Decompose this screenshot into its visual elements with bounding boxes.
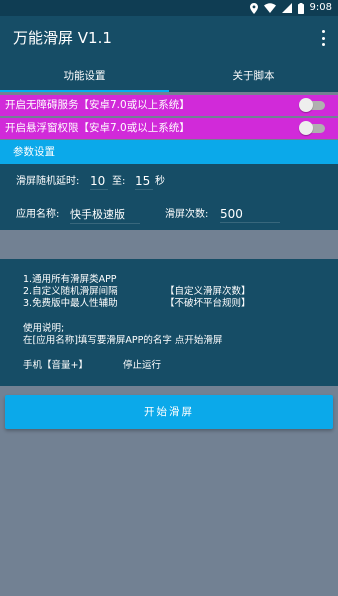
status-icons: 9:08 xyxy=(249,1,332,15)
stop-hint-action: 停止运行 xyxy=(123,360,162,371)
spacer-band xyxy=(0,230,338,259)
delay-unit-label: 秒 xyxy=(155,176,165,187)
params-header-label: 参数设置 xyxy=(13,146,55,158)
app-name-input[interactable]: 快手极速版 xyxy=(70,207,140,224)
feature-3-note: 【不破坏平台规则】 xyxy=(165,298,251,309)
accessibility-service-label: 开启无障碍服务【安卓7.0或以上系统】 xyxy=(5,99,190,111)
feature-1-text: 1.通用所有滑屏类APP xyxy=(23,274,117,285)
overlay-permission-label: 开启悬浮窗权限【安卓7.0或以上系统】 xyxy=(5,122,190,134)
feature-2-text: 2.自定义随机滑屏间隔 xyxy=(23,286,118,297)
feature-3-text: 3.免费版中最人性辅助 xyxy=(23,298,118,309)
params-panel: 滑屏随机延时: 10 至: 15 秒 应用名称: 快手极速版 滑屏次数: 500 xyxy=(0,164,338,230)
accessibility-service-switch[interactable] xyxy=(299,98,325,112)
feature-2-note: 【自定义滑屏次数】 xyxy=(165,286,251,297)
info-panel: 1.通用所有滑屏类APP 2.自定义随机滑屏间隔 【自定义滑屏次数】 3.免费版… xyxy=(0,259,338,386)
params-section-header: 参数设置 xyxy=(0,140,338,164)
delay-to-label: 至: xyxy=(112,176,126,187)
stop-hint-key: 手机【音量+】 xyxy=(23,360,88,371)
overlay-permission-switch[interactable] xyxy=(299,121,325,135)
usage-title: 使用说明; xyxy=(23,323,65,334)
accessibility-service-row[interactable]: 开启无障碍服务【安卓7.0或以上系统】 xyxy=(0,95,338,116)
start-swipe-button[interactable]: 开始滑屏 xyxy=(5,395,333,429)
app-bar: 万能滑屏 V1.1 xyxy=(0,16,338,60)
location-icon xyxy=(249,2,258,14)
overflow-menu-icon[interactable] xyxy=(320,30,326,46)
battery-icon xyxy=(297,2,304,14)
delay-min-input[interactable]: 10 xyxy=(90,173,108,190)
swipe-count-label: 滑屏次数: xyxy=(165,209,209,220)
tab-bar: 功能设置 关于脚本 xyxy=(0,60,338,92)
app-name-label: 应用名称: xyxy=(16,209,60,220)
swipe-count-input[interactable]: 500 xyxy=(220,206,280,223)
usage-text: 在[应用名称]填写要滑屏APP的名字 点开始滑屏 xyxy=(23,335,223,346)
tab-about-script[interactable]: 关于脚本 xyxy=(169,60,338,92)
app-title: 万能滑屏 V1.1 xyxy=(13,29,112,47)
status-time: 9:08 xyxy=(309,2,332,13)
tab-function-settings[interactable]: 功能设置 xyxy=(0,60,169,92)
delay-label: 滑屏随机延时: xyxy=(16,176,80,187)
signal-icon xyxy=(281,3,292,13)
status-bar: 9:08 xyxy=(0,0,338,16)
delay-max-input[interactable]: 15 xyxy=(135,173,153,190)
wifi-icon xyxy=(263,3,276,13)
overlay-permission-row[interactable]: 开启悬浮窗权限【安卓7.0或以上系统】 xyxy=(0,118,338,139)
